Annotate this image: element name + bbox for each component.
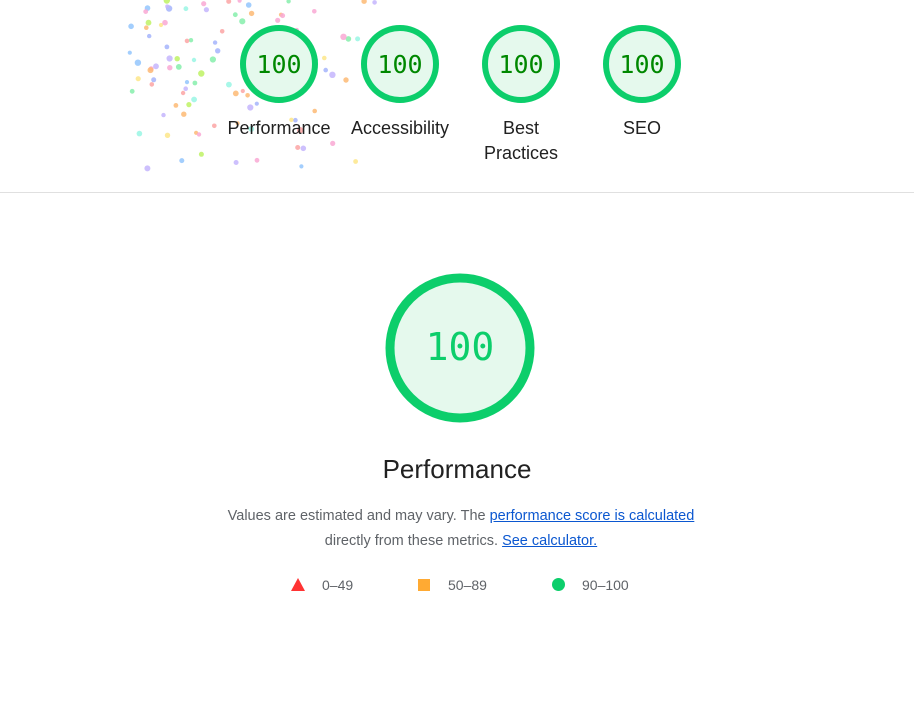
confetti-dot bbox=[275, 17, 281, 23]
score-calculated-link[interactable]: performance score is calculated bbox=[490, 508, 695, 524]
gauge-best-practices[interactable]: 100 Best Practices bbox=[466, 24, 576, 166]
confetti-dot bbox=[201, 1, 207, 7]
header-divider bbox=[0, 192, 914, 193]
gauge-performance[interactable]: 100 Performance bbox=[224, 24, 334, 141]
confetti-dot bbox=[312, 9, 317, 14]
confetti-dot bbox=[163, 0, 170, 4]
confetti-dot bbox=[183, 6, 189, 12]
performance-big-gauge: 100 bbox=[385, 273, 535, 423]
gauge-best-practices-ring: 100 bbox=[482, 25, 560, 103]
legend-fail-range: 0–49 bbox=[322, 577, 354, 593]
description-text-2: directly from these metrics. bbox=[324, 533, 503, 549]
gauge-performance-ring: 100 bbox=[240, 25, 318, 103]
big-gauge-score: 100 bbox=[426, 325, 495, 369]
gauge-best-practices-label: Best Practices bbox=[483, 118, 559, 163]
summary-gauges: 100 Performance 100 Accessibility 100 Be… bbox=[0, 24, 914, 184]
see-calculator-link[interactable]: See calculator. bbox=[502, 533, 597, 549]
confetti-dot bbox=[278, 12, 284, 17]
legend-pass-range: 90–100 bbox=[582, 577, 629, 593]
confetti-dot bbox=[372, 0, 377, 5]
confetti-dot bbox=[286, 0, 291, 4]
confetti-dot bbox=[237, 0, 242, 3]
confetti-dot bbox=[203, 7, 209, 13]
lighthouse-report: 100 Performance 100 Accessibility 100 Be… bbox=[0, 0, 914, 719]
gauge-best-practices-score: 100 bbox=[498, 50, 543, 79]
confetti-dot bbox=[232, 12, 238, 18]
gauge-seo-ring: 100 bbox=[603, 25, 681, 103]
gauge-accessibility-label: Accessibility bbox=[350, 118, 450, 138]
category-description: Values are estimated and may vary. The p… bbox=[207, 504, 715, 554]
square-icon bbox=[418, 579, 430, 591]
category-title: Performance bbox=[382, 454, 532, 484]
score-legend: 0–49 50–89 90–100 bbox=[0, 575, 914, 595]
gauge-seo[interactable]: 100 SEO bbox=[587, 24, 697, 141]
gauge-seo-label: SEO bbox=[622, 118, 661, 138]
confetti-dot bbox=[143, 9, 149, 15]
confetti-dot bbox=[245, 2, 252, 8]
confetti-dot bbox=[361, 0, 367, 4]
gauge-accessibility[interactable]: 100 Accessibility bbox=[345, 24, 455, 141]
gauge-seo-score: 100 bbox=[619, 50, 664, 79]
confetti-dot bbox=[165, 5, 173, 12]
legend-average-range: 50–89 bbox=[448, 577, 487, 593]
gauge-performance-score: 100 bbox=[256, 50, 301, 79]
circle-icon bbox=[552, 578, 565, 591]
confetti-dot bbox=[226, 0, 232, 4]
gauge-accessibility-score: 100 bbox=[377, 50, 422, 79]
gauge-accessibility-ring: 100 bbox=[361, 25, 439, 103]
confetti-dot bbox=[280, 13, 286, 19]
confetti-dot bbox=[144, 5, 151, 11]
gauge-performance-label: Performance bbox=[227, 118, 331, 138]
description-text-1: Values are estimated and may vary. The bbox=[227, 508, 490, 524]
confetti-dot bbox=[165, 4, 170, 9]
confetti-dot bbox=[248, 10, 255, 17]
triangle-icon bbox=[291, 578, 305, 591]
